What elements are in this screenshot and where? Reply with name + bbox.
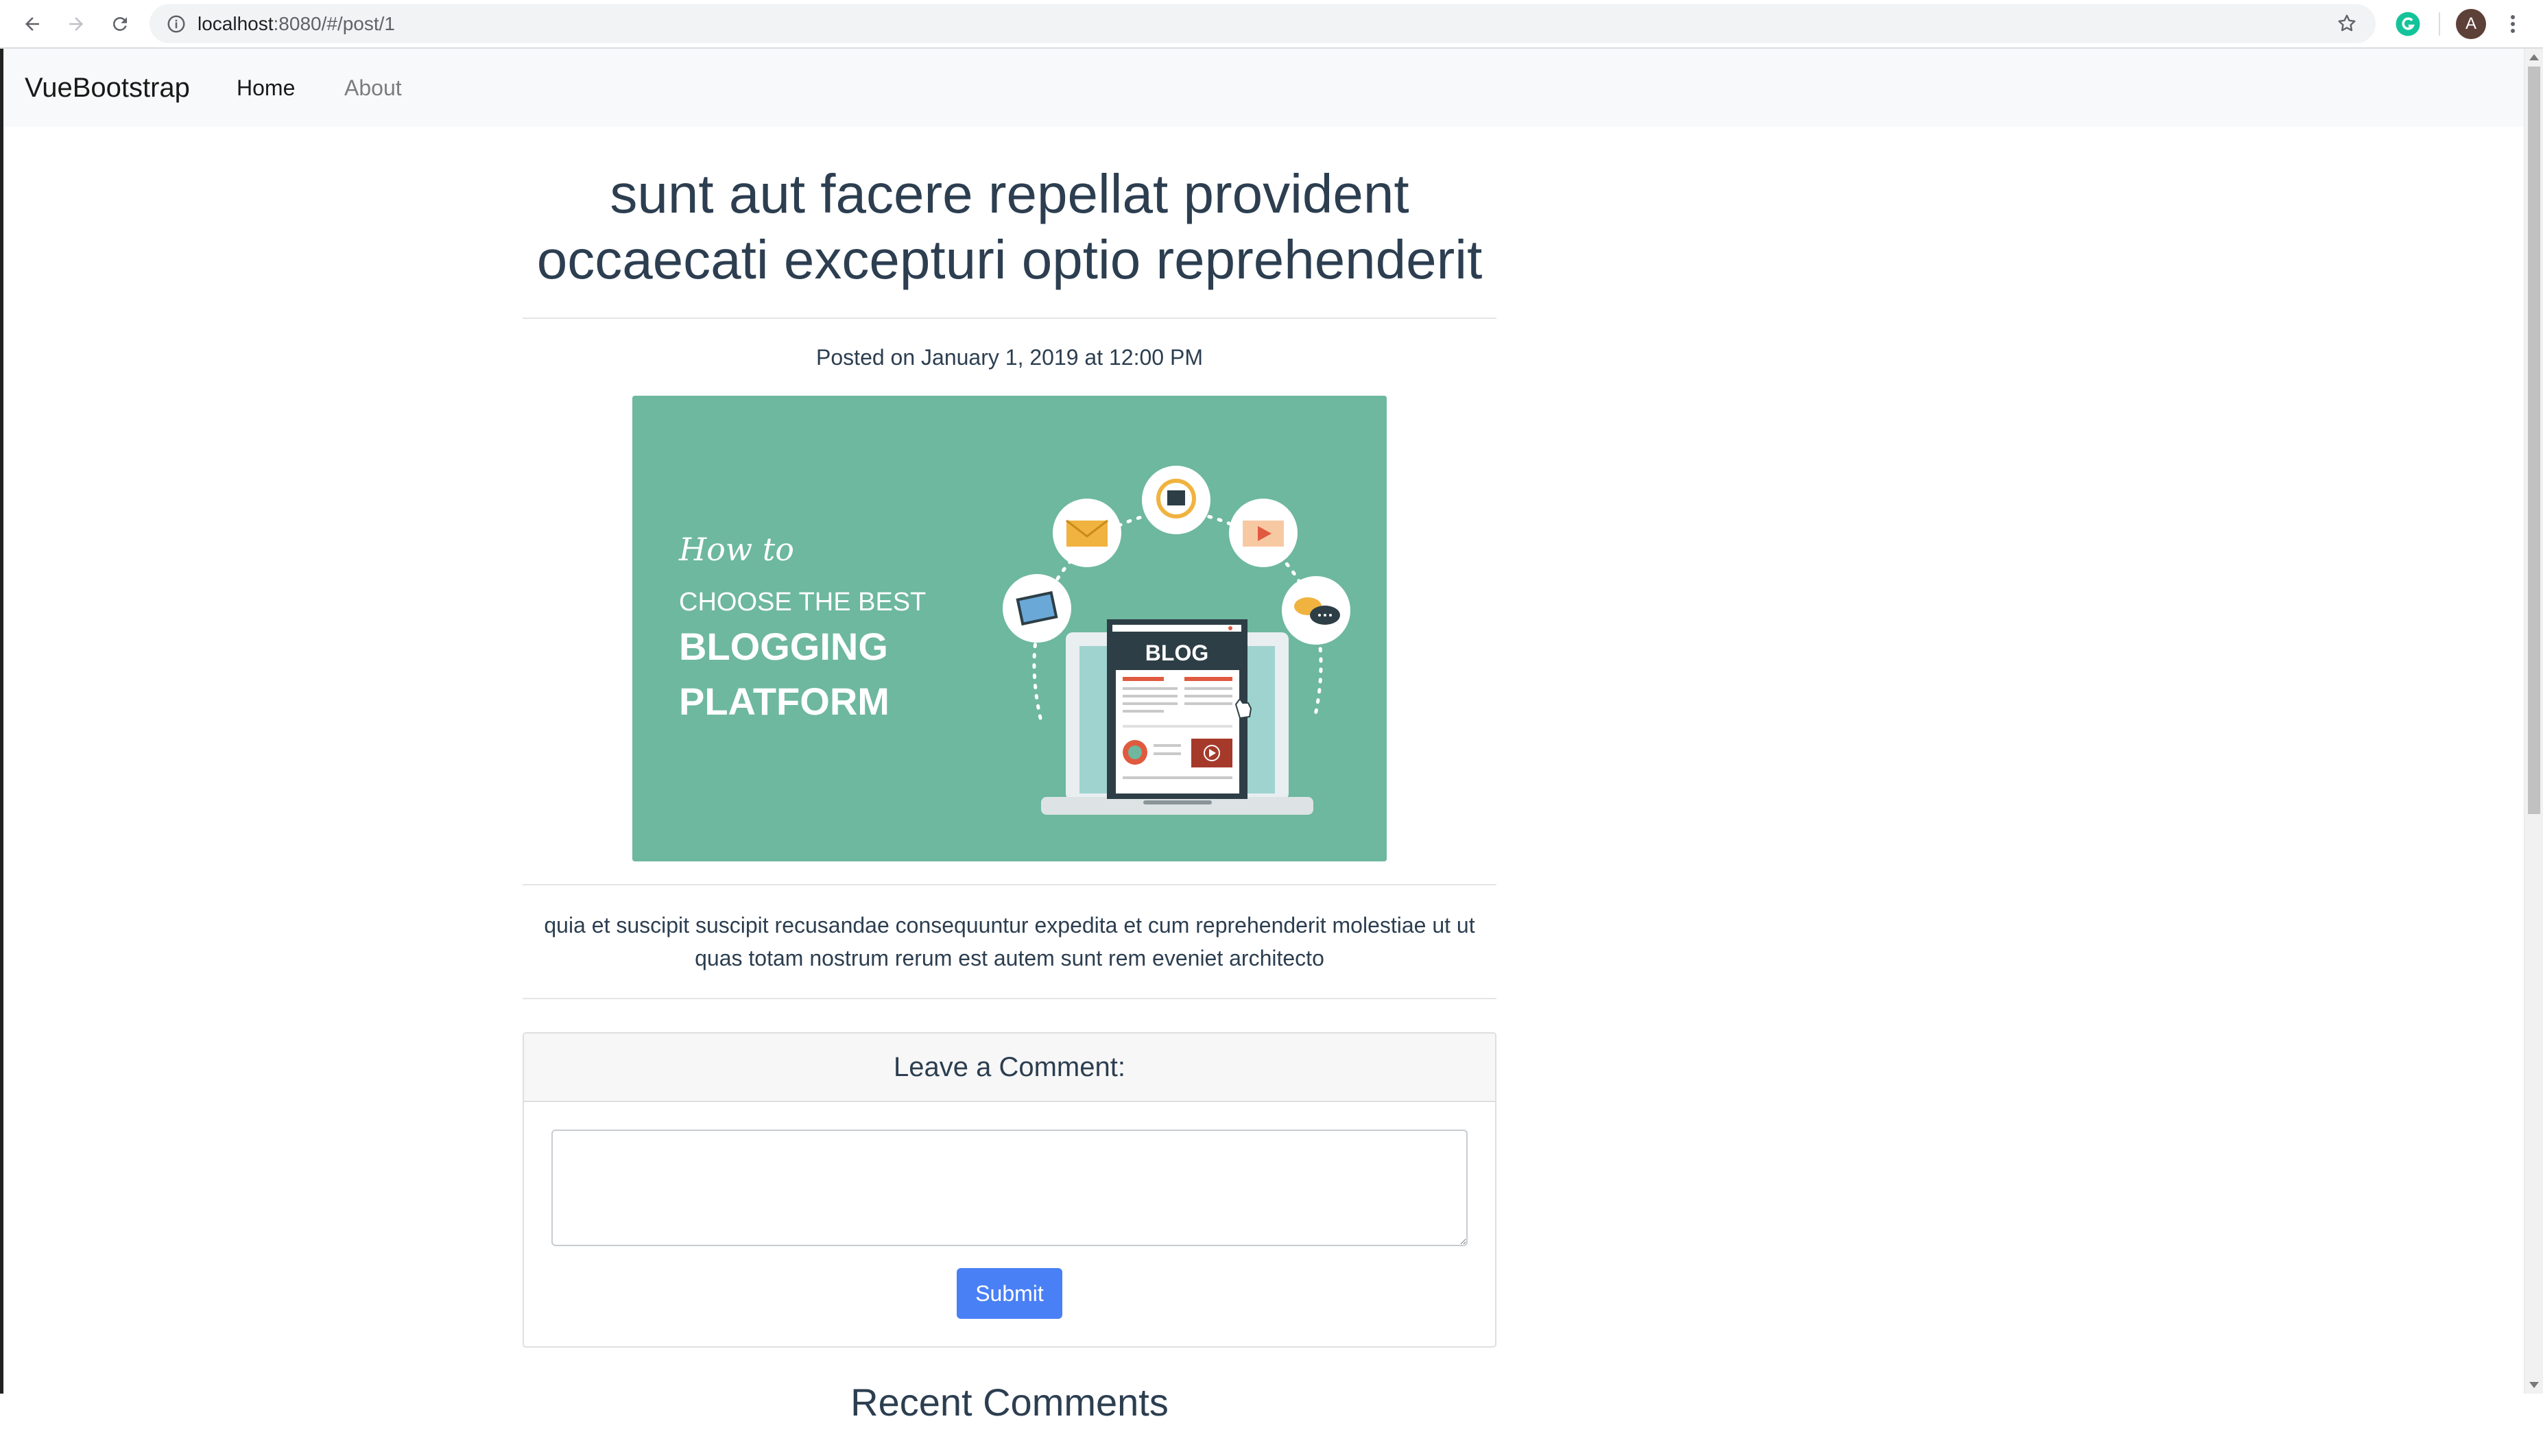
content-divider-bottom	[523, 998, 1496, 999]
url-text: localhost:8080/#/post/1	[198, 13, 395, 34]
recent-comments-heading: Recent Comments	[850, 1381, 1169, 1424]
post-container: sunt aut facere repellat provident occae…	[523, 127, 1496, 1456]
nav-link-about[interactable]: About	[344, 49, 402, 127]
post-title: sunt aut facere repellat provident occae…	[523, 161, 1496, 319]
nav-link-home[interactable]: Home	[237, 49, 295, 127]
comment-textarea[interactable]	[551, 1130, 1468, 1246]
scrollbar-thumb[interactable]	[2528, 67, 2540, 814]
comment-card-body: Submit	[524, 1102, 1495, 1346]
site-info-icon[interactable]	[166, 14, 187, 38]
bookmark-star-icon[interactable]	[2336, 12, 2358, 38]
browser-menu-icon[interactable]	[2505, 9, 2521, 39]
browser-toolbar: localhost:8080/#/post/1 A	[0, 0, 2543, 49]
image-text-choose: CHOOSE THE BEST	[679, 588, 926, 617]
chat-bubble-icon	[1282, 576, 1350, 645]
video-bubble-icon	[1229, 499, 1298, 567]
app-navbar: VueBootstrap Home About	[0, 49, 2524, 127]
reload-icon[interactable]	[104, 8, 136, 40]
search-bubble-icon	[1142, 466, 1210, 534]
post-date: Posted on January 1, 2019 at 12:00 PM	[816, 345, 1203, 370]
laptop-base	[1041, 797, 1313, 815]
comment-card: Leave a Comment: Submit	[523, 1032, 1496, 1348]
profile-avatar[interactable]: A	[2456, 9, 2486, 39]
forward-arrow-icon[interactable]	[60, 8, 92, 40]
submit-comment-button[interactable]: Submit	[957, 1268, 1062, 1319]
blogging-platform-illustration: How to CHOOSE THE BEST BLOGGING PLATFORM…	[632, 396, 1387, 861]
comment-card-header: Leave a Comment:	[524, 1034, 1495, 1102]
post-body: quia et suscipit suscipit recusandae con…	[544, 913, 1475, 970]
photo-bubble-icon	[1003, 574, 1071, 643]
scroll-up-arrow-icon[interactable]	[2529, 54, 2539, 60]
post-featured-image: How to CHOOSE THE BEST BLOGGING PLATFORM…	[632, 396, 1387, 861]
envelope-bubble-icon	[1053, 499, 1121, 567]
back-arrow-icon[interactable]	[16, 8, 48, 40]
blog-screen-label: BLOG	[1145, 641, 1208, 665]
image-text-how-to: How to	[678, 531, 794, 568]
image-text-blogging: BLOGGING	[679, 625, 888, 668]
page-scrollbar[interactable]	[2524, 49, 2543, 1394]
window-left-edge	[0, 127, 3, 1394]
toolbar-separator	[2439, 12, 2440, 36]
grammarly-extension-icon[interactable]	[2393, 10, 2422, 42]
address-bar[interactable]: localhost:8080/#/post/1	[150, 4, 2376, 43]
scroll-down-arrow-icon[interactable]	[2529, 1382, 2539, 1388]
navbar-brand[interactable]: VueBootstrap	[25, 49, 190, 127]
image-text-platform: PLATFORM	[679, 680, 890, 723]
